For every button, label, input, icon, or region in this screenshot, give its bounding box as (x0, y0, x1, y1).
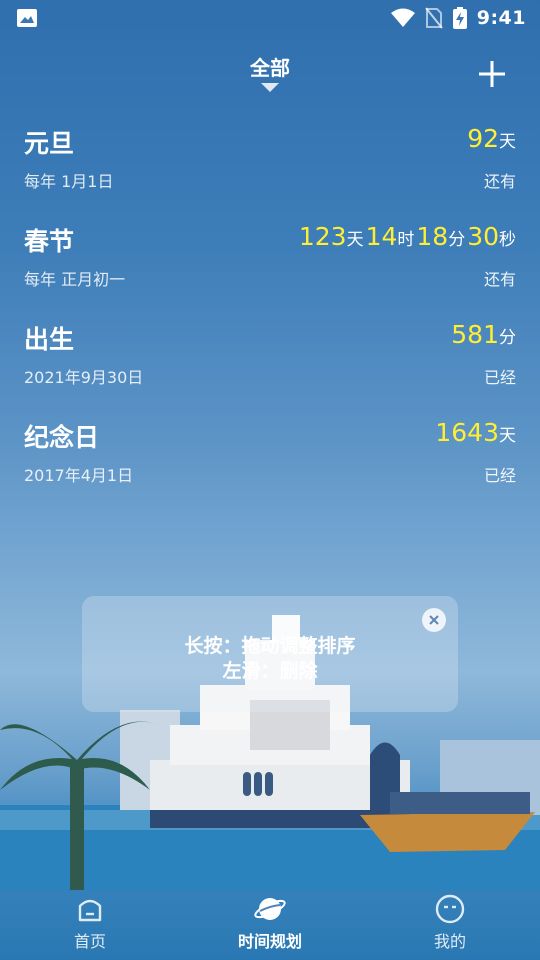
tip-popup: 长按：拖动调整排序 左滑：删除 (82, 596, 458, 712)
bottom-tab-bar: 首页 时间规划 我的 (0, 880, 540, 960)
count-number: 581 (451, 320, 499, 349)
event-countdown: 92 天 (467, 124, 516, 153)
event-countdown: 581 分 (451, 320, 516, 349)
event-state: 已经 (483, 368, 516, 387)
count-number: 30 (467, 222, 499, 251)
count-number: 92 (467, 124, 499, 153)
filter-label: 全部 (250, 56, 290, 80)
tab-label: 我的 (433, 932, 466, 951)
tab-home[interactable]: 首页 (0, 880, 180, 960)
event-state: 还有 (483, 270, 516, 289)
count-number: 18 (416, 222, 449, 251)
event-countdown: 123 天 14 时 18 分 30 秒 (299, 222, 516, 251)
count-number: 14 (365, 222, 398, 251)
event-title: 元旦 (24, 129, 75, 158)
close-icon[interactable] (422, 608, 446, 632)
tip-line-delete: 左滑：删除 (222, 660, 318, 682)
count-unit: 天 (346, 230, 364, 250)
dropdown-caret-icon (261, 83, 279, 92)
count-number: 1643 (435, 418, 499, 447)
count-unit: 秒 (499, 230, 516, 250)
count-unit: 时 (397, 230, 415, 250)
event-state: 已经 (483, 466, 516, 485)
event-date: 2021年9月30日 (24, 368, 144, 387)
event-title: 春节 (24, 227, 75, 256)
count-unit: 天 (499, 132, 516, 152)
event-date: 每年 正月初一 (24, 270, 126, 289)
top-bar: 全部 (0, 44, 540, 100)
count-unit: 天 (499, 426, 516, 446)
tab-label: 时间规划 (237, 932, 302, 951)
battery-charging-icon (452, 7, 467, 29)
gallery-icon (17, 9, 37, 27)
home-icon (78, 899, 102, 922)
event-list: 元旦 每年 1月1日 92 天 还有 春节 每年 正月初一 123 天 14 时 18 分 3… (0, 118, 540, 510)
event-title: 纪念日 (24, 423, 100, 452)
count-unit: 分 (448, 230, 466, 250)
event-state: 还有 (483, 172, 516, 191)
event-date: 每年 1月1日 (24, 172, 114, 191)
event-title: 出生 (24, 325, 75, 354)
face-icon (435, 894, 465, 924)
count-number: 123 (298, 222, 347, 251)
count-unit: 分 (499, 328, 516, 348)
event-date: 2017年4月1日 (24, 466, 134, 485)
status-time: 9:41 (476, 7, 526, 29)
event-countdown: 1643 天 (435, 418, 516, 447)
filter-dropdown[interactable]: 全部 (250, 52, 290, 92)
event-row-anniversary[interactable]: 纪念日 2017年4月1日 1643 天 已经 (0, 412, 540, 510)
tab-mine[interactable]: 我的 (360, 880, 540, 960)
event-row-new-year[interactable]: 元旦 每年 1月1日 92 天 还有 (0, 118, 540, 216)
no-sim-icon (424, 7, 443, 29)
status-bar: 9:41 (0, 0, 540, 36)
event-row-spring-festival[interactable]: 春节 每年 正月初一 123 天 14 时 18 分 30 秒 还有 (0, 216, 540, 314)
event-row-birth[interactable]: 出生 2021年9月30日 581 分 已经 (0, 314, 540, 412)
planet-icon (254, 898, 286, 920)
wifi-icon (390, 8, 415, 27)
add-icon[interactable] (476, 58, 508, 90)
tip-line-reorder: 长按：拖动调整排序 (184, 635, 356, 657)
tab-time-planning[interactable]: 时间规划 (180, 880, 360, 960)
tab-label: 首页 (73, 932, 106, 951)
